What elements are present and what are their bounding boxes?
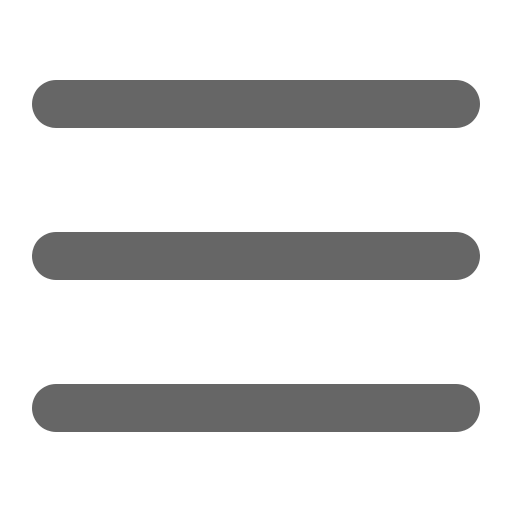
menu-bar-middle bbox=[32, 232, 480, 280]
menu-bar-bottom bbox=[32, 384, 480, 432]
menu-bar-top bbox=[32, 80, 480, 128]
hamburger-menu-button[interactable] bbox=[0, 0, 512, 512]
hamburger-menu-icon bbox=[32, 80, 480, 432]
